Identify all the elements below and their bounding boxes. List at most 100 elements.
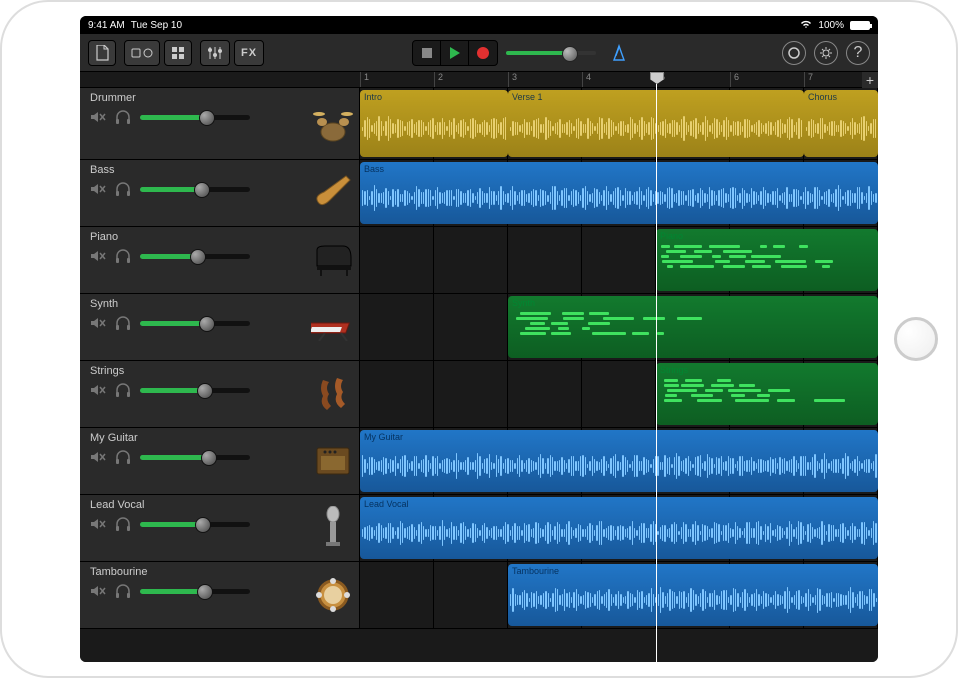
track-volume-slider[interactable] (140, 388, 250, 393)
track-header[interactable]: Bass (80, 160, 360, 226)
stop-button[interactable] (413, 40, 441, 66)
play-button[interactable] (441, 40, 469, 66)
track-controls-button[interactable] (200, 40, 230, 66)
headphones-button[interactable] (114, 517, 132, 531)
master-volume-slider[interactable] (506, 51, 596, 55)
track-lane[interactable]: Piano (360, 227, 878, 293)
track-volume-slider[interactable] (140, 522, 250, 527)
headphones-button[interactable] (114, 450, 132, 464)
ruler-bar-5[interactable]: 5 (656, 72, 730, 87)
help-button[interactable]: ? (846, 41, 870, 65)
region-label: Intro (364, 92, 504, 102)
track-row[interactable]: Strings Strings (80, 361, 878, 428)
mute-button[interactable] (90, 182, 106, 196)
playhead[interactable] (656, 72, 657, 662)
tracks-area[interactable]: DrummerIntroVerse 1ChorusBassBassPianoPi… (80, 88, 878, 662)
track-volume-slider[interactable] (140, 321, 250, 326)
guitar-amp-icon[interactable] (311, 439, 355, 483)
mute-button[interactable] (90, 584, 106, 598)
region[interactable]: My Guitar (360, 430, 878, 492)
ruler-bar-3[interactable]: 3 (508, 72, 582, 87)
region[interactable]: Chorus (804, 90, 878, 157)
track-header[interactable]: Synth (80, 294, 360, 360)
headphones-button[interactable] (114, 584, 132, 598)
track-lane[interactable]: Bass (360, 160, 878, 226)
region[interactable]: Lead Vocal (360, 497, 878, 559)
headphones-button[interactable] (114, 182, 132, 196)
track-lane[interactable]: My Guitar (360, 428, 878, 494)
track-row[interactable]: Synth Synth (80, 294, 878, 361)
track-row[interactable]: DrummerIntroVerse 1Chorus (80, 88, 878, 160)
mute-button[interactable] (90, 110, 106, 124)
home-button[interactable] (894, 317, 938, 361)
mute-button[interactable] (90, 383, 106, 397)
mute-button[interactable] (90, 517, 106, 531)
waveform (804, 104, 878, 153)
track-row[interactable]: My Guitar My Guitar (80, 428, 878, 495)
headphones-button[interactable] (114, 316, 132, 330)
region[interactable]: Intro (360, 90, 508, 157)
track-header[interactable]: Piano (80, 227, 360, 293)
track-row[interactable]: Tambourine Tambourine (80, 562, 878, 629)
region[interactable]: Tambourine (508, 564, 878, 626)
record-button[interactable] (469, 40, 497, 66)
add-section-button[interactable]: + (862, 72, 878, 88)
track-volume-slider[interactable] (140, 254, 250, 259)
status-date: Tue Sep 10 (131, 20, 182, 31)
track-volume-slider[interactable] (140, 455, 250, 460)
metronome-button[interactable] (604, 40, 634, 66)
track-lane[interactable]: Lead Vocal (360, 495, 878, 561)
waveform (360, 511, 878, 555)
my-songs-button[interactable] (88, 40, 116, 66)
track-volume-slider[interactable] (140, 187, 250, 192)
headphones-button[interactable] (114, 249, 132, 263)
track-row[interactable]: Lead VocalLead Vocal (80, 495, 878, 562)
ruler-bar-2[interactable]: 2 (434, 72, 508, 87)
headphones-button[interactable] (114, 383, 132, 397)
grand-piano-icon[interactable] (311, 238, 355, 282)
drumkit-icon[interactable] (311, 102, 355, 146)
track-lane[interactable]: IntroVerse 1Chorus (360, 88, 878, 159)
track-header[interactable]: Tambourine (80, 562, 360, 628)
loop-button[interactable] (782, 41, 806, 65)
track-lane[interactable]: Strings (360, 361, 878, 427)
bass-guitar-icon[interactable] (311, 171, 355, 215)
track-lane[interactable]: Synth (360, 294, 878, 360)
microphone-icon[interactable] (311, 506, 355, 550)
midi-notes (660, 379, 874, 421)
waveform (508, 578, 878, 622)
region[interactable]: Strings (656, 363, 878, 425)
track-row[interactable]: Piano Piano (80, 227, 878, 294)
ruler-bar-1[interactable]: 1 (360, 72, 434, 87)
string-section-icon[interactable] (311, 372, 355, 416)
mute-button[interactable] (90, 316, 106, 330)
track-volume-slider[interactable] (140, 589, 250, 594)
fx-button[interactable]: FX (234, 40, 264, 66)
region-label: Strings (660, 365, 874, 375)
region-label: My Guitar (364, 432, 874, 442)
settings-button[interactable] (814, 41, 838, 65)
track-header[interactable]: Drummer (80, 88, 360, 159)
track-header[interactable]: My Guitar (80, 428, 360, 494)
synth-keyboard-icon[interactable] (311, 305, 355, 349)
track-lane[interactable]: Tambourine (360, 562, 878, 628)
track-header[interactable]: Strings (80, 361, 360, 427)
track-row[interactable]: BassBass (80, 160, 878, 227)
headphones-button[interactable] (114, 110, 132, 124)
tracks-view-button[interactable] (164, 40, 192, 66)
ruler-bar-6[interactable]: 6 (730, 72, 804, 87)
timeline-ruler[interactable]: 1234567 + (80, 72, 878, 88)
region[interactable]: Synth (508, 296, 878, 358)
region[interactable]: Bass (360, 162, 878, 224)
tambourine-icon[interactable] (311, 573, 355, 617)
ruler-bar-4[interactable]: 4 (582, 72, 656, 87)
mute-button[interactable] (90, 249, 106, 263)
midi-notes (660, 245, 874, 287)
play-icon (450, 47, 460, 59)
region-label: Tambourine (512, 566, 874, 576)
browser-button[interactable] (124, 40, 160, 66)
mute-button[interactable] (90, 450, 106, 464)
region[interactable]: Piano (656, 229, 878, 291)
track-volume-slider[interactable] (140, 115, 250, 120)
track-header[interactable]: Lead Vocal (80, 495, 360, 561)
